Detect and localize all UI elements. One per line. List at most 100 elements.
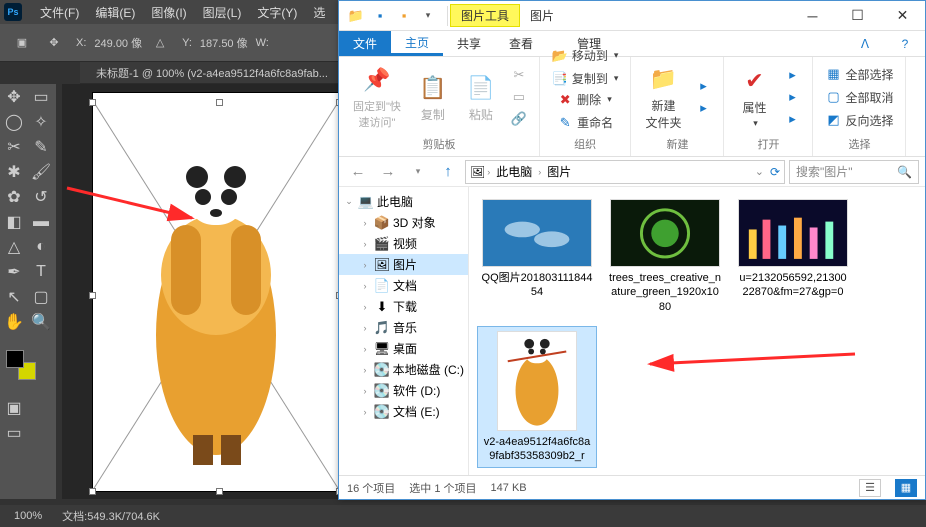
qat-btn[interactable]: ▪: [369, 5, 391, 27]
details-view-button[interactable]: ☰: [859, 479, 881, 497]
tree-node[interactable]: ›💽本地磁盘 (C:): [339, 359, 468, 380]
new-item-button[interactable]: ▸: [691, 76, 715, 96]
color-swatches[interactable]: [2, 346, 54, 384]
paste-shortcut-button[interactable]: 🔗: [507, 109, 531, 129]
menu-type[interactable]: 文字(Y): [249, 4, 305, 21]
edit-button[interactable]: ▸: [780, 87, 804, 107]
paste-button[interactable]: 📄粘贴: [459, 70, 503, 125]
tree-node[interactable]: ›🎵音乐: [339, 317, 468, 338]
stamp-tool[interactable]: ✿: [2, 186, 26, 208]
expand-icon[interactable]: ›: [359, 281, 371, 291]
rename-button[interactable]: ✎重命名: [553, 112, 617, 133]
qat-btn[interactable]: ▪: [393, 5, 415, 27]
copypath-button[interactable]: ▭: [507, 87, 531, 107]
transform-handle[interactable]: [216, 488, 223, 495]
tree-node[interactable]: ›🎬视频: [339, 233, 468, 254]
breadcrumb[interactable]: 🖼 › 此电脑 › 图片 ⌄ ⟳: [465, 160, 785, 184]
shape-tool[interactable]: ▢: [29, 286, 53, 308]
transform-handle[interactable]: [89, 99, 96, 106]
expand-icon[interactable]: ›: [359, 344, 371, 354]
close-button[interactable]: ✕: [880, 1, 925, 31]
tree-node[interactable]: ›🖼图片: [339, 254, 468, 275]
tree-node[interactable]: ›📦3D 对象: [339, 212, 468, 233]
brush-tool[interactable]: 🖌: [29, 161, 53, 183]
tree-node[interactable]: ›🖥桌面: [339, 338, 468, 359]
history-button[interactable]: ▸: [780, 109, 804, 129]
menu-file[interactable]: 文件(F): [32, 4, 87, 21]
select-none-button[interactable]: ▢全部取消: [821, 87, 897, 108]
tree-node[interactable]: ›💽文档 (E:): [339, 401, 468, 422]
move-to-button[interactable]: 📂移动到▾: [548, 45, 623, 66]
pen-tool[interactable]: ✒: [2, 261, 26, 283]
anchor-icon[interactable]: ✥: [40, 29, 68, 57]
menu-image[interactable]: 图像(I): [143, 4, 194, 21]
breadcrumb-folder[interactable]: 图片: [543, 163, 575, 180]
expand-icon[interactable]: ›: [359, 239, 371, 249]
expand-icon[interactable]: ›: [359, 407, 371, 417]
thumbnails-view-button[interactable]: ▦: [895, 479, 917, 497]
open-button[interactable]: ▸: [780, 65, 804, 85]
forward-button[interactable]: →: [375, 159, 401, 185]
copy-button[interactable]: 📋复制: [411, 70, 455, 125]
expand-icon[interactable]: ›: [359, 365, 371, 375]
link-icon[interactable]: △: [146, 29, 174, 57]
path-tool[interactable]: ↖: [2, 286, 26, 308]
y-value[interactable]: 187.50 像: [200, 35, 248, 51]
expand-icon[interactable]: ›: [359, 260, 371, 270]
tree-node[interactable]: ›💽软件 (D:): [339, 380, 468, 401]
collapse-ribbon-button[interactable]: ᐱ: [845, 31, 885, 56]
up-button[interactable]: ↑: [435, 159, 461, 185]
pin-button[interactable]: 📌固定到"快 速访问": [347, 62, 407, 132]
folder-icon[interactable]: 📁: [345, 5, 367, 27]
lasso-tool[interactable]: ◯: [2, 111, 26, 133]
tab-view[interactable]: 查看: [495, 31, 547, 56]
magic-wand-tool[interactable]: ✧: [29, 111, 53, 133]
select-invert-button[interactable]: ◩反向选择: [821, 110, 897, 131]
x-value[interactable]: 249.00 像: [94, 35, 142, 51]
history-brush-tool[interactable]: ↺: [29, 186, 53, 208]
expand-icon[interactable]: ›: [359, 218, 371, 228]
recent-button[interactable]: ▾: [405, 159, 431, 185]
blur-tool[interactable]: △: [2, 236, 26, 258]
file-item[interactable]: u=2132056592,2130022870&fm=27&gp=0: [733, 195, 853, 318]
file-item[interactable]: v2-a4ea9512f4a6fc8a9fabf35358309b2_r: [477, 326, 597, 469]
tab-file[interactable]: 文件: [339, 31, 391, 56]
zoom-level[interactable]: 100%: [14, 510, 42, 522]
expand-icon[interactable]: ›: [359, 323, 371, 333]
copy-to-button[interactable]: 📑复制到▾: [548, 68, 623, 89]
qat-dropdown[interactable]: ▾: [417, 5, 439, 27]
quickmask-tool[interactable]: ▣: [2, 397, 26, 419]
tree-node[interactable]: ›⬇下载: [339, 296, 468, 317]
easy-access-button[interactable]: ▸: [691, 98, 715, 118]
eyedropper-tool[interactable]: ✎: [29, 136, 53, 158]
zoom-tool[interactable]: 🔍: [29, 311, 53, 333]
properties-button[interactable]: ✔属性▾: [732, 63, 776, 131]
hand-tool[interactable]: ✋: [2, 311, 26, 333]
expand-icon[interactable]: ›: [359, 302, 371, 312]
help-button[interactable]: ?: [885, 31, 925, 56]
transform-handle[interactable]: [89, 292, 96, 299]
fg-color-swatch[interactable]: [6, 350, 24, 368]
refresh-icon[interactable]: ⟳: [770, 165, 780, 179]
move-tool[interactable]: ✥: [2, 86, 26, 108]
cut-button[interactable]: ✂: [507, 65, 531, 85]
tree-node[interactable]: ›📄文档: [339, 275, 468, 296]
crop-tool[interactable]: ✂: [2, 136, 26, 158]
tab-share[interactable]: 共享: [443, 31, 495, 56]
menu-edit[interactable]: 编辑(E): [87, 4, 143, 21]
new-folder-button[interactable]: 📁新建 文件夹: [639, 61, 687, 133]
healing-tool[interactable]: ✱: [2, 161, 26, 183]
type-tool[interactable]: T: [29, 261, 53, 283]
menu-layer[interactable]: 图层(L): [195, 4, 250, 21]
screenmode-tool[interactable]: ▭: [2, 422, 26, 444]
minimize-button[interactable]: ─: [790, 1, 835, 31]
move-tool-icon[interactable]: ▣: [8, 29, 36, 57]
eraser-tool[interactable]: ◧: [2, 211, 26, 233]
expand-icon[interactable]: ›: [359, 386, 371, 396]
expand-icon[interactable]: ⌄: [343, 196, 355, 207]
breadcrumb-pc[interactable]: 此电脑: [492, 163, 536, 180]
delete-button[interactable]: ✖删除▾: [553, 89, 617, 110]
maximize-button[interactable]: ☐: [835, 1, 880, 31]
files-pane[interactable]: QQ图片20180311184454trees_trees_creative_n…: [469, 187, 925, 475]
canvas[interactable]: [92, 92, 340, 492]
